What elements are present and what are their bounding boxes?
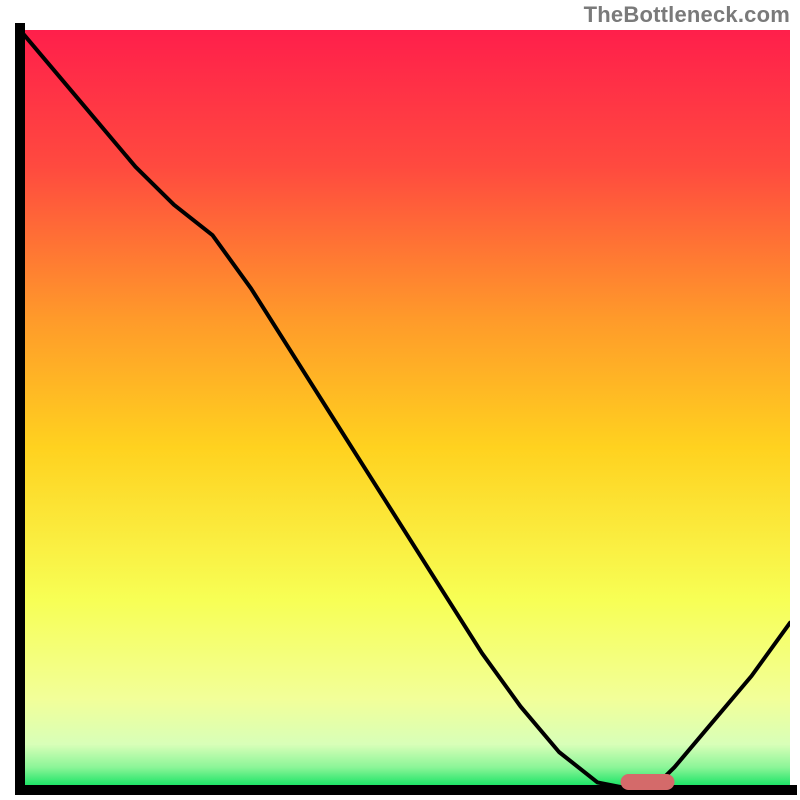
chart-container: { "watermark": "TheBottleneck.com", "cha…: [0, 0, 800, 800]
bottleneck-chart: [0, 0, 800, 800]
optimal-marker-pill: [621, 774, 675, 790]
plot-background: [20, 30, 790, 790]
watermark-text: TheBottleneck.com: [584, 2, 790, 28]
